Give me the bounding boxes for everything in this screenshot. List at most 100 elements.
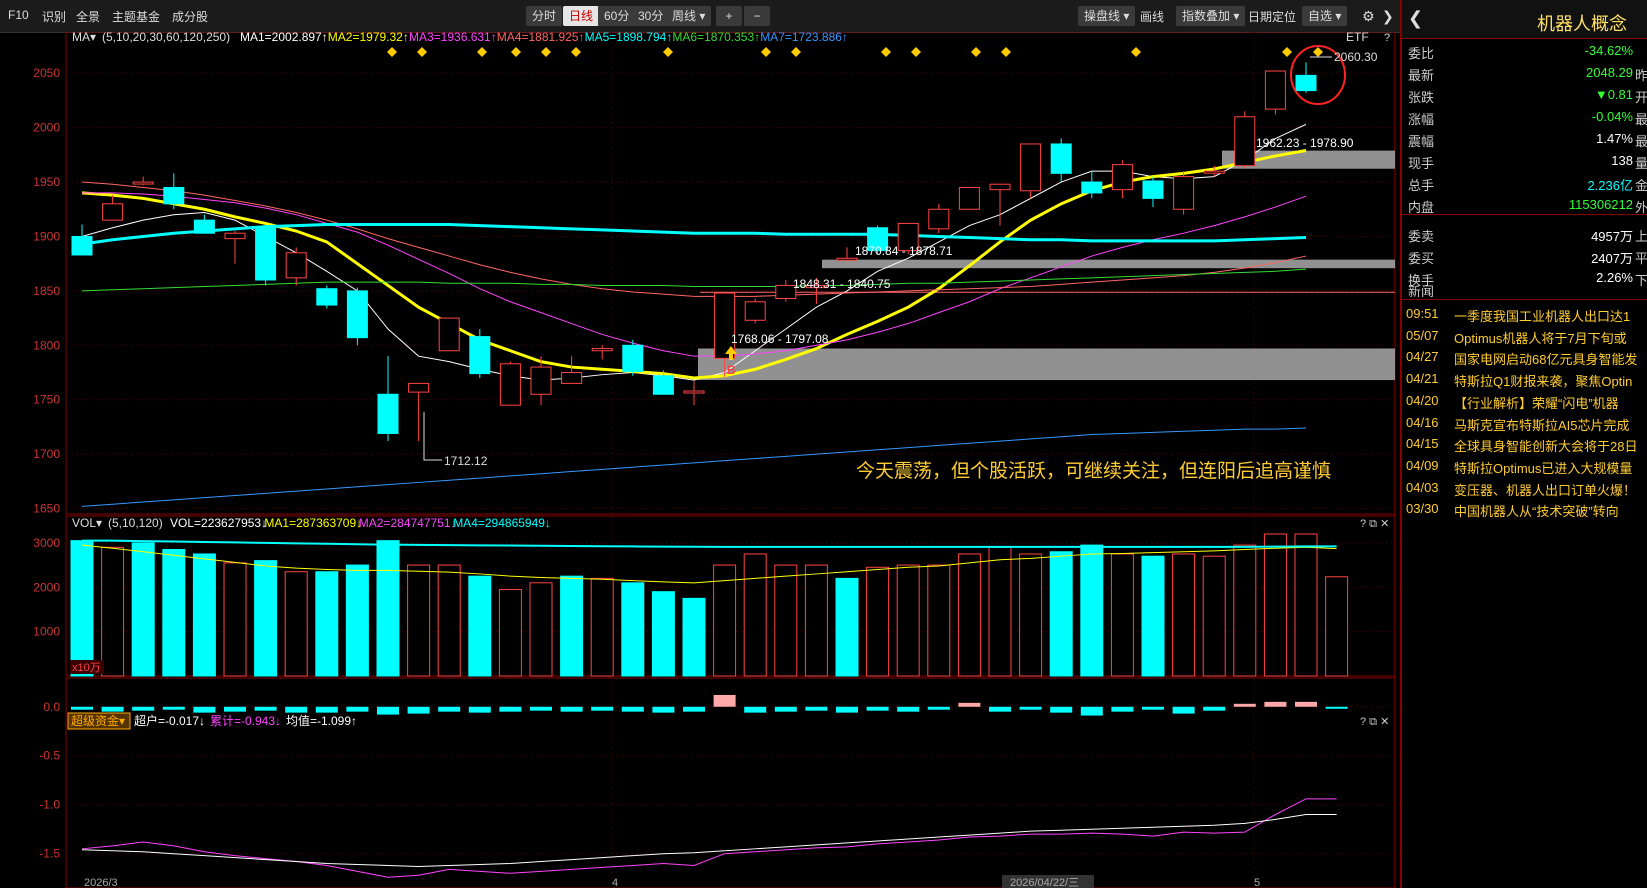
event-diamond: [387, 47, 397, 57]
flow-panel-controls: ? ⧉ ✕: [1360, 716, 1389, 728]
news-header[interactable]: 新闻: [1402, 279, 1647, 300]
volume-bar: [590, 577, 614, 677]
chart-area[interactable]: 2050 2000 1950 1900 1850 1800 1750 1700 1650 3000…: [0, 32, 1400, 888]
trading-line-menu[interactable]: 操盘线 ▾: [1078, 6, 1136, 26]
x-axis-label: 5: [1254, 877, 1260, 888]
flow-bar: [1080, 706, 1103, 716]
news-headline: Optimus机器人将于7月下旬或: [1454, 330, 1627, 346]
y-tick-label: -0.5: [39, 749, 60, 763]
back-icon[interactable]: ❮: [1408, 8, 1423, 29]
news-item[interactable]: 09:51 一季度我国工业机器人出口达1: [1402, 303, 1647, 326]
news-item[interactable]: 04/09 特斯拉Optimus已进入大规模量: [1402, 455, 1647, 478]
news-item[interactable]: 04/21 特斯拉Q1财报来袭，聚焦Optin: [1402, 368, 1647, 391]
collapse-icon[interactable]: ❯: [1382, 8, 1394, 25]
volume-bar: [1049, 551, 1073, 677]
news-item[interactable]: 04/03 变压器、机器人出口订单火爆！: [1402, 477, 1647, 500]
flow-bar: [346, 706, 369, 712]
flow-bar: [132, 706, 155, 711]
theme-fund-link[interactable]: 主题基金: [112, 8, 160, 25]
volume-bar: [529, 582, 553, 677]
quote-value: 115306212: [1568, 197, 1633, 212]
volume-bar: [254, 560, 278, 677]
event-diamond: [1313, 47, 1323, 57]
quote-extra-label: 最: [1635, 134, 1647, 149]
watchlist-menu[interactable]: 自选 ▾: [1302, 6, 1348, 26]
y-tick-label: 1850: [33, 284, 60, 298]
quote-label: 震幅: [1408, 134, 1435, 149]
flow-bar: [560, 706, 583, 712]
overview-link[interactable]: 全景: [76, 8, 100, 25]
candle: [989, 183, 1011, 191]
period-30min[interactable]: 30分: [632, 6, 670, 26]
candle: [408, 382, 430, 393]
flow-bar: [162, 706, 185, 710]
event-diamond: [911, 47, 921, 57]
x-axis-label: 4: [612, 877, 618, 888]
vol-value: VOL=223627953↓: [170, 516, 267, 530]
candle: [71, 235, 93, 256]
flow-bar: [1233, 703, 1256, 707]
period-weekly[interactable]: 周线 ▾: [666, 6, 712, 26]
price-panel[interactable]: [71, 45, 1395, 507]
index-overlay-menu[interactable]: 指数叠加 ▾: [1176, 6, 1246, 26]
x-axis-label: 2026/04/22/三: [1010, 877, 1079, 888]
candle: [346, 290, 368, 339]
news-time: 05/07: [1406, 327, 1439, 343]
candle: [1020, 143, 1042, 192]
news-headline: 中国机器人从“技术突破”转向: [1454, 504, 1619, 520]
quote-label: 总手: [1408, 178, 1435, 193]
news-time: 04/03: [1406, 479, 1439, 495]
volume-bar: [1019, 553, 1043, 677]
volume-bar: [835, 577, 859, 677]
vol-value: MA4=294865949↓: [453, 516, 551, 530]
settings-icon[interactable]: ⚙: [1362, 8, 1375, 25]
candle: [1081, 181, 1103, 194]
ma-value: MA4=1881.925↑: [497, 32, 585, 44]
zoom-in-button[interactable]: +: [716, 6, 742, 26]
volume-panel[interactable]: [70, 533, 1349, 677]
f10-link[interactable]: F10: [8, 8, 29, 22]
identify-link[interactable]: 识别: [42, 8, 66, 25]
quote-label: 委比: [1408, 46, 1435, 61]
flow-bar: [530, 706, 552, 711]
quote-row: 委买 2407万平: [1402, 245, 1647, 267]
draw-line-button[interactable]: 画线: [1140, 8, 1164, 25]
volume-bar: [988, 546, 1012, 677]
quote-row: 最新 2048.29 昨: [1402, 62, 1647, 84]
news-item[interactable]: 05/07 Optimus机器人将于7月下旬或: [1402, 325, 1647, 348]
zone-label: 1768.06 - 1797.08: [731, 332, 829, 346]
event-diamond: [971, 47, 981, 57]
ma-value: MA1=2002.897↑: [240, 32, 328, 44]
flow-bar: [1325, 706, 1348, 709]
constituents-link[interactable]: 成分股: [172, 8, 208, 25]
price-zone: [822, 259, 1395, 269]
candle: [744, 301, 766, 321]
volume-bar: [101, 546, 125, 677]
flow-bar: [285, 706, 308, 713]
flow-bar: [1203, 706, 1226, 711]
news-item[interactable]: 04/16 马斯克宣布特斯拉AI5芯片完成: [1402, 412, 1647, 435]
date-locate-button[interactable]: 日期定位: [1248, 8, 1296, 25]
zoom-out-button[interactable]: −: [744, 6, 770, 26]
volume-bar: [376, 540, 400, 677]
news-item[interactable]: 04/27 国家电网启动68亿元具身智能发: [1402, 346, 1647, 369]
news-item[interactable]: 04/15 全球具身智能创新大会将于28日: [1402, 433, 1647, 456]
quote-value: -0.04%: [1591, 109, 1633, 124]
news-item[interactable]: 04/20 【行业解析】荣耀“闪电”机器: [1402, 390, 1647, 413]
quote-panel: ❮ 机器人概念 委比 -34.62% 最新 2048.29 昨张跌 ▼0.81 开涨幅 -0.…: [1400, 0, 1647, 888]
flow-bar: [897, 706, 920, 712]
news-time: 09:51: [1406, 306, 1439, 321]
candle: [561, 372, 583, 384]
period-daily[interactable]: 日线: [563, 6, 600, 26]
flow-bar: [193, 706, 216, 713]
period-60min[interactable]: 60分: [598, 6, 636, 26]
flow-bar: [774, 706, 797, 712]
low-pointer: [423, 412, 442, 461]
flow-bar: [1172, 706, 1195, 714]
news-item[interactable]: 03/30 中国机器人从“技术突破”转向: [1402, 498, 1647, 521]
low-label: 1712.12: [444, 454, 488, 468]
event-diamond: [1001, 47, 1011, 57]
quote-value: 2.236亿: [1587, 178, 1633, 193]
event-diamond: [1282, 47, 1292, 57]
period-intraday[interactable]: 分时: [526, 6, 563, 26]
